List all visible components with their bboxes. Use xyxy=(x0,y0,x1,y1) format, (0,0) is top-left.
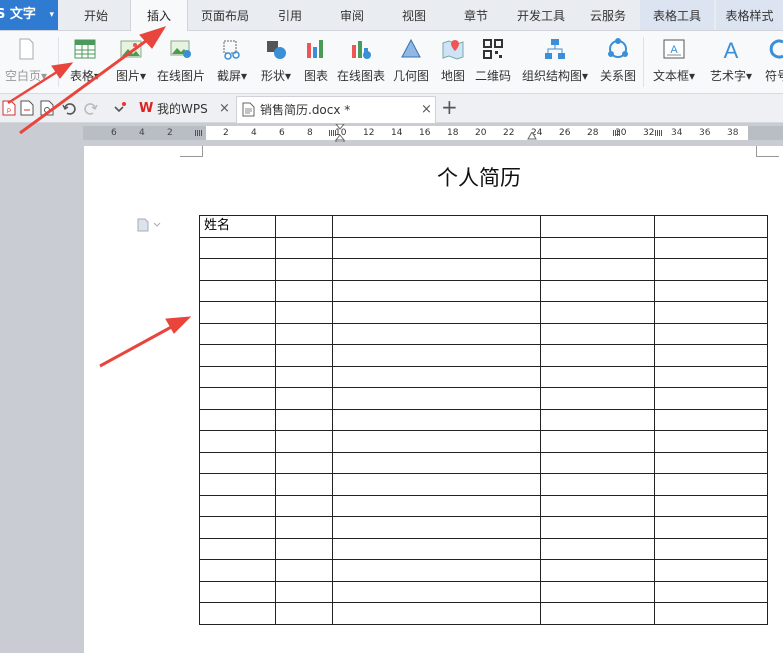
arrow-to-table-button-icon xyxy=(7,62,74,105)
annotation-arrows xyxy=(7,26,192,368)
arrow-to-table-icon xyxy=(99,316,192,368)
arrow-to-insert-tab-icon xyxy=(19,26,167,135)
